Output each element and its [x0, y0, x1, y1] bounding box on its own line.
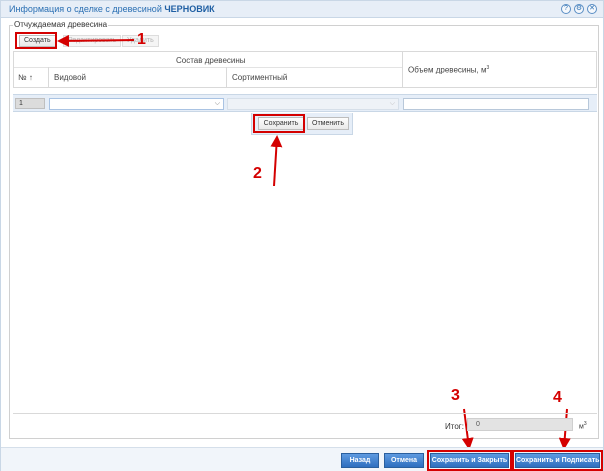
edit-button[interactable]: Редактировать: [63, 35, 122, 47]
total-unit-sup: 3: [583, 421, 587, 427]
total-volume-field: 0: [467, 418, 573, 431]
title-bar: Информация о сделке с древесиной ЧЕРНОВИ…: [1, 1, 603, 18]
annotation-3: 3: [451, 387, 460, 404]
help-icon[interactable]: ?: [561, 4, 571, 14]
title-icons: ? ⚙ ✕: [561, 4, 597, 14]
column-volume-label: Объем древесины, м: [408, 65, 487, 75]
highlight-row-save: [253, 114, 305, 133]
column-num-label: №: [18, 73, 27, 82]
annotation-4: 4: [553, 389, 562, 406]
header-divider: [14, 67, 402, 68]
highlight-save-close: [427, 450, 512, 471]
window-title: Информация о сделке с древесиной ЧЕРНОВИ…: [9, 4, 215, 14]
window-title-status: ЧЕРНОВИК: [164, 4, 215, 14]
highlight-create: [15, 32, 57, 49]
column-header-species[interactable]: Видовой: [54, 73, 86, 82]
assortment-combo[interactable]: ⌵: [227, 98, 399, 110]
total-unit: м3: [579, 421, 587, 430]
header-vline-volume: [402, 52, 403, 87]
table-row-editing: 1 ⌵ ⌵: [13, 94, 597, 112]
row-number-cell: 1: [15, 98, 45, 109]
annotation-1: 1: [137, 31, 146, 48]
fieldset-legend: Отчуждаемая древесина: [13, 20, 109, 29]
close-icon[interactable]: ✕: [587, 4, 597, 14]
annotation-2: 2: [253, 165, 262, 182]
column-volume-sup: 3: [486, 65, 490, 71]
volume-input[interactable]: [403, 98, 589, 110]
chevron-down-icon[interactable]: ⌵: [390, 99, 395, 109]
highlight-save-sign: [512, 450, 603, 471]
header-vline-num: [48, 67, 49, 87]
grid-header: Состав древесины № ↑ Видовой Сортиментны…: [13, 51, 597, 88]
deal-info-window: Информация о сделке с древесиной ЧЕРНОВИ…: [0, 0, 604, 471]
species-combo[interactable]: ⌵: [49, 98, 224, 110]
header-vline-species: [226, 67, 227, 87]
settings-icon[interactable]: ⚙: [574, 4, 584, 14]
cancel-button[interactable]: Отмена: [384, 453, 424, 468]
back-button[interactable]: Назад: [341, 453, 379, 468]
total-label: Итог:: [445, 422, 464, 431]
column-header-volume[interactable]: Объем древесины, м3: [408, 65, 489, 75]
chevron-down-icon[interactable]: ⌵: [215, 99, 220, 109]
column-header-num[interactable]: № ↑: [18, 73, 33, 82]
sort-ascending-icon: ↑: [28, 73, 33, 82]
totals-divider: [13, 413, 597, 414]
group-header-composition: Состав древесины: [176, 56, 246, 65]
row-cancel-button[interactable]: Отменить: [307, 117, 349, 130]
column-header-assortment[interactable]: Сортиментный: [232, 73, 287, 82]
window-title-text: Информация о сделке с древесиной: [9, 4, 162, 14]
